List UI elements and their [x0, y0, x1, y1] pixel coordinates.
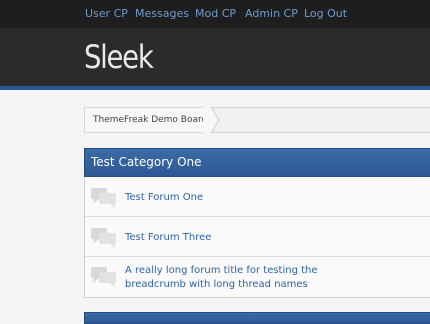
forum-link-long-title[interactable]: A really long forum title for testing th… — [125, 264, 375, 292]
header-accent-stripe — [0, 86, 430, 90]
forum-row: Test Forum One — [85, 177, 430, 217]
forum-category: Test Category One Test Forum One Test Fo… — [84, 148, 430, 298]
nav-link-admin-cp[interactable]: Admin CP — [245, 7, 298, 20]
site-header: Sleek — [0, 28, 430, 86]
category-title[interactable]: Test Category One — [91, 155, 202, 169]
forum-link-test-forum-three[interactable]: Test Forum Three — [125, 231, 211, 245]
breadcrumb: ThemeFreak Demo Board — [84, 107, 430, 133]
nav-link-mod-cp[interactable]: Mod CP — [195, 7, 236, 20]
top-nav-bar: User CP Messages Mod CP Admin CP Log Out — [0, 0, 430, 28]
nav-link-messages[interactable]: Messages — [135, 7, 189, 20]
speech-bubbles-icon — [91, 188, 116, 208]
category-header: Test Category One — [84, 148, 430, 177]
nav-link-user-cp[interactable]: User CP — [85, 7, 128, 20]
nav-link-log-out[interactable]: Log Out — [304, 7, 347, 20]
next-category-header — [84, 312, 430, 324]
speech-bubbles-icon — [91, 228, 116, 248]
breadcrumb-separator-icon — [203, 107, 220, 133]
speech-bubbles-icon — [91, 267, 116, 287]
site-logo[interactable]: Sleek — [84, 38, 154, 76]
forum-row: A really long forum title for testing th… — [85, 257, 430, 297]
breadcrumb-item-board[interactable]: ThemeFreak Demo Board — [85, 108, 211, 132]
forum-link-test-forum-one[interactable]: Test Forum One — [125, 191, 203, 205]
forum-row: Test Forum Three — [85, 217, 430, 257]
